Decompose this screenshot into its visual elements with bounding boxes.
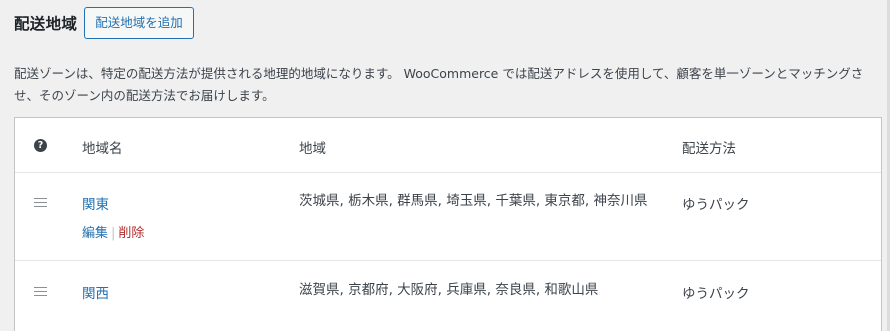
- zone-name-link[interactable]: 関西: [82, 282, 109, 302]
- action-separator: |: [111, 226, 116, 241]
- page-title: 配送地域: [14, 15, 78, 33]
- column-header-regions: 地域: [299, 141, 326, 157]
- drag-handle-icon[interactable]: [34, 287, 47, 296]
- table-row: 関東 編集 | 削除 茨城県, 栃木県, 群馬県, 埼玉県, 千葉県, 東京都, 神…: [15, 173, 881, 261]
- column-header-zone-name: 地域名: [82, 141, 123, 157]
- add-shipping-zone-button[interactable]: 配送地域を追加: [84, 7, 194, 39]
- zone-regions: 滋賀県, 京都府, 大阪府, 兵庫県, 奈良県, 和歌山県: [299, 282, 599, 298]
- delete-link[interactable]: 削除: [118, 226, 144, 241]
- table-header-row: ? 地域名 地域 配送方法: [15, 118, 881, 173]
- page-description: 配送ゾーンは、特定の配送方法が提供される地理的地域になります。 WooComme…: [14, 66, 864, 103]
- drag-handle-icon[interactable]: [34, 198, 47, 207]
- zone-regions: 茨城県, 栃木県, 群馬県, 埼玉県, 千葉県, 東京都, 神奈川県: [299, 193, 648, 209]
- help-icon[interactable]: ?: [34, 139, 47, 152]
- shipping-zones-table: ? 地域名 地域 配送方法 関東 編集 | 削除 茨城県, 栃木県, 群馬県, 埼玉…: [14, 117, 882, 331]
- column-header-shipping-methods: 配送方法: [682, 141, 736, 157]
- page-header: 配送地域 配送地域を追加: [14, 7, 194, 39]
- zone-name-link[interactable]: 関東: [82, 193, 109, 213]
- row-actions: 編集 | 削除: [82, 222, 144, 241]
- zone-shipping-methods: ゆうパック: [682, 197, 750, 213]
- edit-link[interactable]: 編集: [82, 226, 108, 241]
- zone-shipping-methods: ゆうパック: [682, 286, 750, 302]
- table-row: 関西 滋賀県, 京都府, 大阪府, 兵庫県, 奈良県, 和歌山県 ゆうパック: [15, 261, 881, 331]
